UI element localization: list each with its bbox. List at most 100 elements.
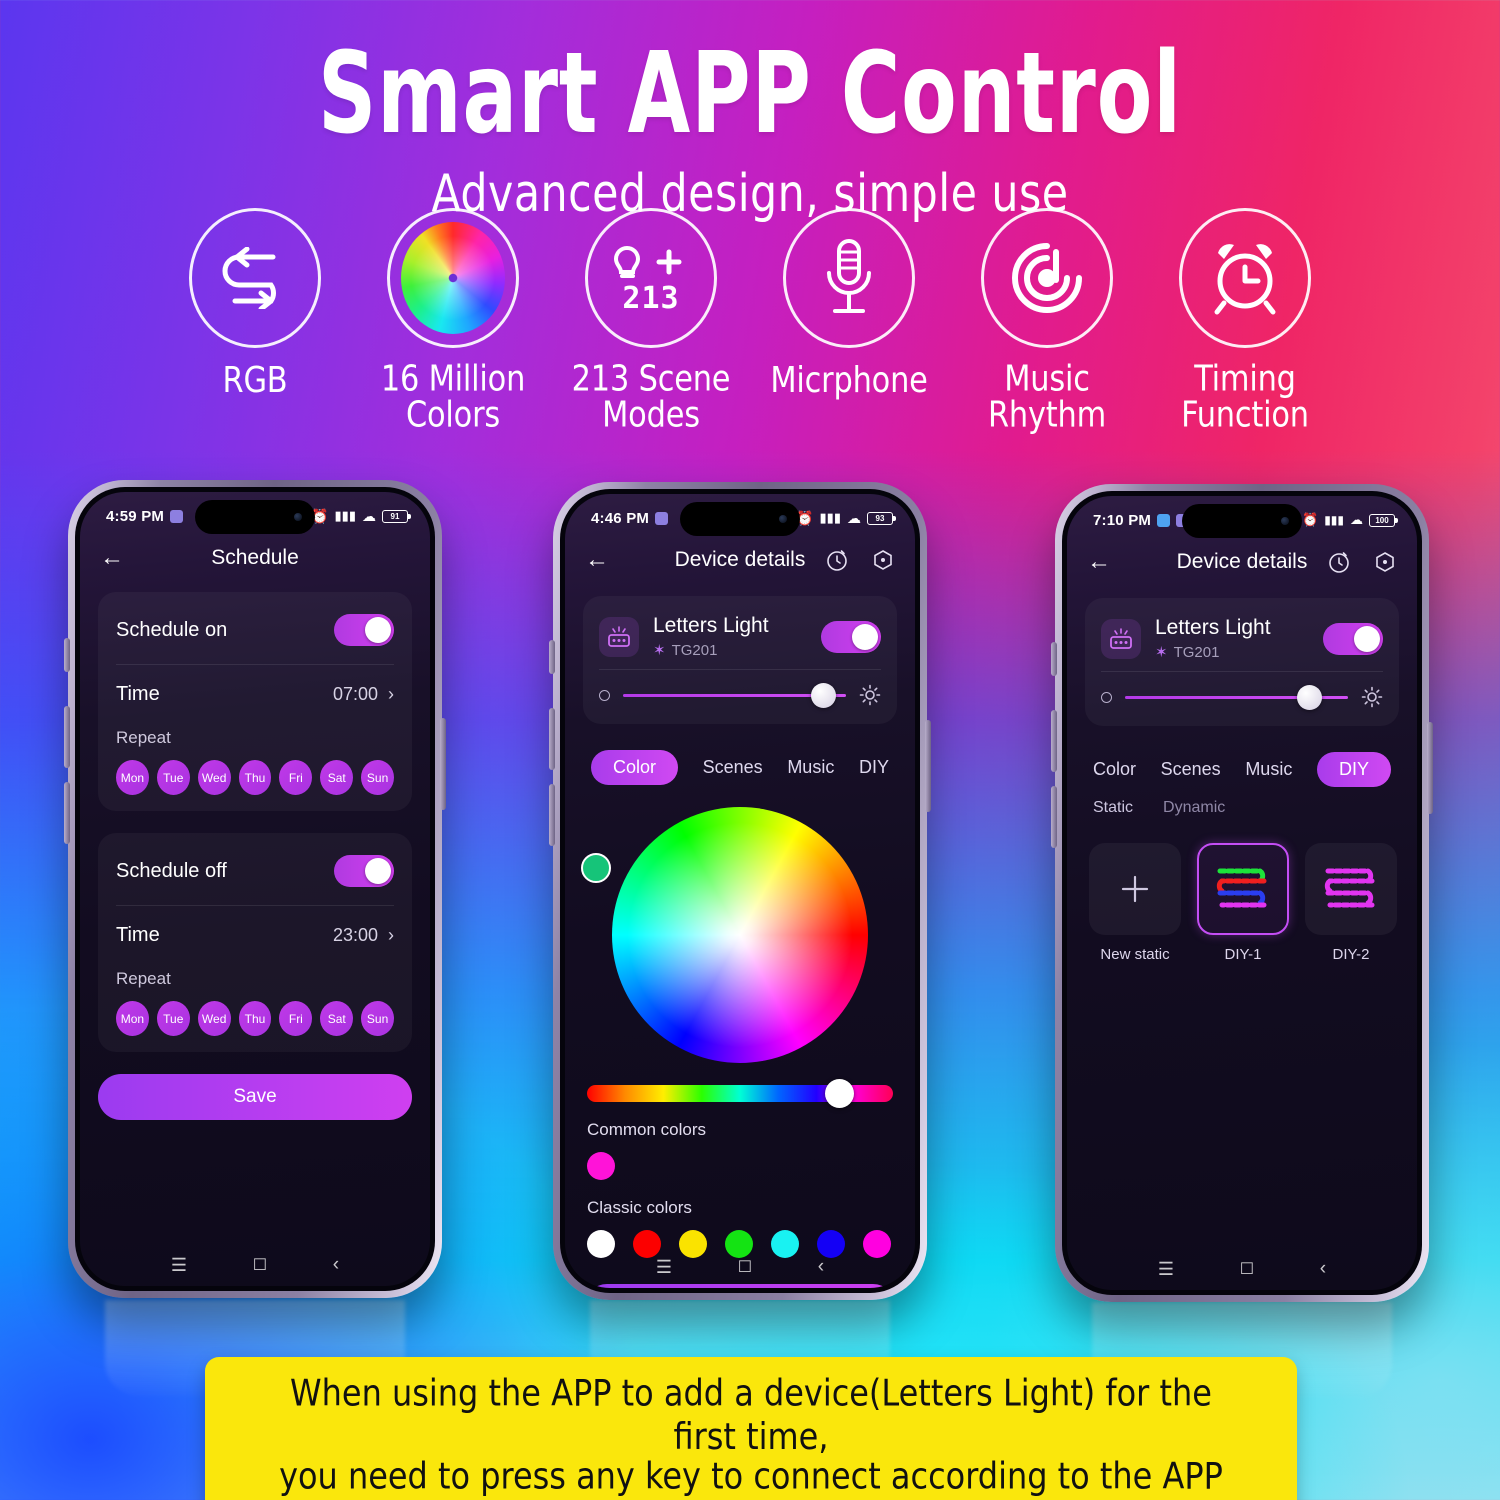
color-swatch[interactable] [633,1230,661,1258]
day-chip[interactable]: Fri [279,1001,313,1036]
timer-icon[interactable] [825,548,849,572]
save-button[interactable]: Save [98,1074,412,1120]
feature-timing-function: Timing Function [1146,208,1344,436]
color-swatch[interactable] [679,1230,707,1258]
settings-hexagon-icon[interactable] [871,548,895,572]
recent-apps-icon[interactable]: ☰ [171,1255,187,1276]
tile-surface[interactable] [1089,843,1181,935]
mode-tabs: Color Scenes Music DIY [565,736,915,791]
day-chip[interactable]: Sun [361,1001,395,1036]
day-chip[interactable]: Thu [238,760,272,795]
power-button[interactable] [925,720,931,812]
brightness-slider[interactable] [1125,684,1348,710]
tile-surface[interactable] [1305,843,1397,935]
day-chip[interactable]: Tue [156,1001,190,1036]
volume-down-button[interactable] [549,784,555,846]
day-chip[interactable]: Mon [116,760,149,795]
tab-color[interactable]: Color [1093,752,1136,787]
alarm-clock-icon [1214,244,1276,315]
scene-213-icon: 213 [613,245,682,314]
status-time: 4:59 PM [106,507,165,525]
volume-up-button[interactable] [549,708,555,770]
signal-icon: ▮▮▮ [819,510,841,525]
subtab-static[interactable]: Static [1093,799,1133,817]
day-chip[interactable]: Wed [197,1001,231,1036]
color-wheel[interactable] [612,807,868,1063]
schedule-on-card: Schedule on Time 07:00 › Repeat Mon Tue … [98,592,412,811]
diy-tile-diy-1[interactable]: DIY-1 [1197,843,1289,963]
day-chip[interactable]: Tue [156,760,190,795]
hue-slider-handle[interactable] [825,1079,854,1108]
brightness-slider[interactable] [623,682,846,708]
tab-diy[interactable]: DIY [1316,752,1391,787]
front-camera-icon [294,513,302,521]
mute-switch[interactable] [1051,642,1057,676]
schedule-off-time-row[interactable]: Time 23:00 › [116,906,394,965]
diy-tile-new-static[interactable]: New static [1089,843,1181,963]
android-nav-bar: ☰ ☐ ‹ [80,1254,430,1276]
home-icon[interactable]: ☐ [1240,1259,1254,1279]
tab-color[interactable]: Color [591,750,679,785]
back-icon[interactable]: ‹ [818,1256,824,1278]
day-chip[interactable]: Mon [116,1001,149,1036]
color-swatch[interactable] [725,1230,753,1258]
tab-diy[interactable]: DIY [859,750,889,785]
tile-surface[interactable] [1197,843,1289,935]
status-bar: 4:59 PM ✶ ⏰ ▮▮▮ ☁ 91 [80,492,430,534]
color-wheel-handle[interactable] [581,853,611,883]
mute-switch[interactable] [64,638,70,672]
save-color-button[interactable]: Save color [585,1284,895,1288]
power-button[interactable] [1427,722,1433,814]
tab-music[interactable]: Music [787,750,834,785]
color-swatch[interactable] [771,1230,799,1258]
device-power-toggle[interactable] [821,620,881,653]
color-swatch[interactable] [817,1230,845,1258]
device-power-toggle[interactable] [1323,622,1383,655]
volume-down-button[interactable] [64,782,70,844]
home-icon[interactable]: ☐ [253,1255,267,1275]
color-wheel-area [565,807,915,1063]
schedule-off-toggle[interactable] [334,855,394,887]
day-chip[interactable]: Sat [320,760,354,795]
day-chip[interactable]: Sat [320,1001,354,1036]
device-name: Letters Light [1155,616,1271,639]
power-button[interactable] [440,718,446,810]
subtab-dynamic[interactable]: Dynamic [1163,799,1225,817]
led-strip-icon [599,616,639,657]
schedule-on-days: Mon Tue Wed Thu Fri Sat Sun [116,760,395,795]
color-swatch[interactable] [863,1230,891,1258]
volume-up-button[interactable] [1051,710,1057,772]
day-chip[interactable]: Wed [197,760,231,795]
color-wheel-icon [401,222,505,334]
home-icon[interactable]: ☐ [738,1257,752,1277]
back-icon[interactable]: ‹ [333,1254,339,1276]
brightness-slider-row[interactable] [1101,672,1383,718]
mute-switch[interactable] [549,640,555,674]
brightness-min-icon [1101,691,1112,703]
day-chip[interactable]: Sun [361,760,395,795]
volume-up-button[interactable] [64,706,70,768]
color-swatch[interactable] [587,1152,615,1180]
recent-apps-icon[interactable]: ☰ [1158,1259,1174,1280]
day-chip[interactable]: Thu [238,1001,272,1036]
schedule-on-time-row[interactable]: Time 07:00 › [116,665,394,724]
diy-tile-diy-2[interactable]: DIY-2 [1305,843,1397,963]
hue-slider[interactable] [587,1079,893,1108]
recent-apps-icon[interactable]: ☰ [656,1257,672,1278]
settings-hexagon-icon[interactable] [1373,550,1397,574]
tab-music[interactable]: Music [1245,752,1292,787]
color-swatch[interactable] [587,1230,615,1258]
brightness-slider-row[interactable] [599,670,881,716]
timer-icon[interactable] [1327,550,1351,574]
day-chip[interactable]: Fri [279,760,313,795]
tile-label: DIY-1 [1224,946,1262,963]
led-pattern-color-icon [1216,868,1267,908]
volume-down-button[interactable] [1051,786,1057,848]
dynamic-island [1182,504,1302,538]
tab-scenes[interactable]: Scenes [1161,752,1221,787]
back-icon[interactable]: ‹ [1320,1258,1326,1280]
tab-scenes[interactable]: Scenes [703,750,763,785]
feature-label: Timing Function [1181,357,1309,436]
feature-label: 213 Scene Modes [571,357,731,436]
schedule-on-toggle[interactable] [334,614,394,646]
